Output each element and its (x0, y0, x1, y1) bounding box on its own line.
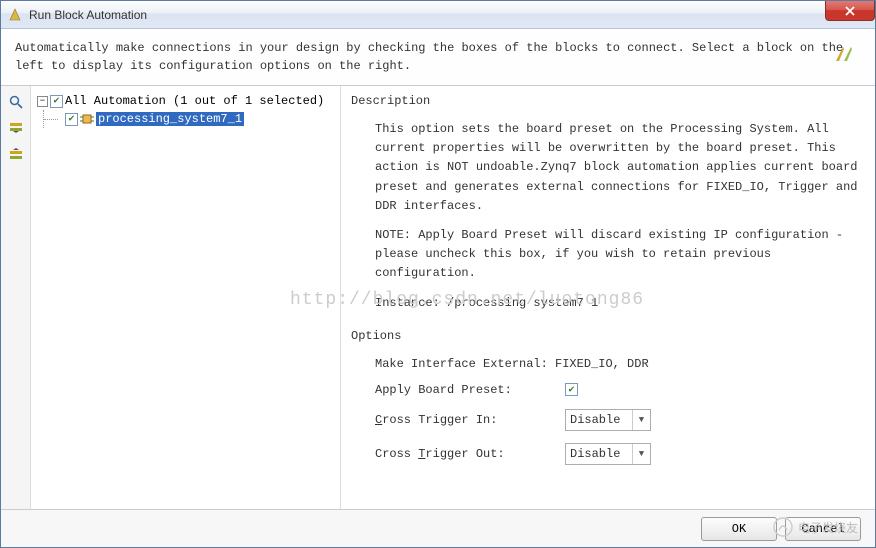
dialog-footer: OK Cancel (1, 509, 875, 547)
expand-all-icon[interactable] (6, 118, 26, 138)
chevron-down-icon: ▼ (632, 444, 650, 464)
tree-connector (43, 110, 63, 128)
apply-preset-label: Apply Board Preset: (375, 383, 565, 397)
description-heading: Description (351, 94, 865, 110)
make-external-label: Make Interface External: FIXED_IO, DDR (375, 357, 649, 371)
options-heading: Options (351, 329, 865, 345)
cross-trigger-out-combo[interactable]: Disable ▼ (565, 443, 651, 465)
dialog-window: Run Block Automation Automatically make … (0, 0, 876, 548)
cross-trigger-out-label: Cross Trigger Out: (375, 447, 565, 461)
apply-preset-row: Apply Board Preset: ✔ (375, 383, 865, 397)
ok-button[interactable]: OK (701, 517, 777, 541)
tree-child-row[interactable]: ✔ processing_system7_1 (37, 110, 334, 128)
tree-panel: − ✔ All Automation (1 out of 1 selected)… (31, 86, 341, 509)
apply-preset-checkbox[interactable]: ✔ (565, 383, 578, 396)
details-panel: Description This option sets the board p… (341, 86, 875, 509)
vivado-logo-icon (829, 39, 859, 75)
cross-trigger-in-label: Cross Trigger In: (375, 413, 565, 427)
description-instance: Instance: /processing system7 1 (375, 294, 865, 313)
cross-trigger-in-row: Cross Trigger In: Disable ▼ (375, 409, 865, 431)
tree-root-row[interactable]: − ✔ All Automation (1 out of 1 selected) (37, 92, 334, 110)
close-icon (845, 6, 855, 16)
make-external-row: Make Interface External: FIXED_IO, DDR (375, 357, 865, 371)
child-checkbox[interactable]: ✔ (65, 113, 78, 126)
collapse-all-icon[interactable] (6, 144, 26, 164)
ip-block-icon (80, 112, 94, 126)
cross-trigger-out-value: Disable (570, 447, 620, 461)
description-p1: This option sets the board preset on the… (375, 120, 865, 216)
left-toolbar (1, 86, 31, 509)
options-body: Make Interface External: FIXED_IO, DDR A… (351, 351, 865, 465)
expander-icon[interactable]: − (37, 96, 48, 107)
search-icon[interactable] (6, 92, 26, 112)
description-p2: NOTE: Apply Board Preset will discard ex… (375, 226, 865, 284)
instruction-text: Automatically make connections in your d… (15, 41, 843, 73)
main-area: − ✔ All Automation (1 out of 1 selected)… (1, 86, 875, 509)
description-body: This option sets the board preset on the… (351, 116, 865, 329)
cross-trigger-in-combo[interactable]: Disable ▼ (565, 409, 651, 431)
close-button[interactable] (825, 1, 875, 21)
tree-child-label: processing_system7_1 (96, 112, 244, 126)
titlebar: Run Block Automation (1, 1, 875, 29)
chevron-down-icon: ▼ (632, 410, 650, 430)
cross-trigger-out-row: Cross Trigger Out: Disable ▼ (375, 443, 865, 465)
cancel-button[interactable]: Cancel (785, 517, 861, 541)
tree-root-label: All Automation (1 out of 1 selected) (65, 94, 324, 108)
instruction-banner: Automatically make connections in your d… (1, 29, 875, 86)
window-title: Run Block Automation (29, 8, 147, 22)
cross-trigger-in-value: Disable (570, 413, 620, 427)
root-checkbox[interactable]: ✔ (50, 95, 63, 108)
app-icon (7, 7, 23, 23)
